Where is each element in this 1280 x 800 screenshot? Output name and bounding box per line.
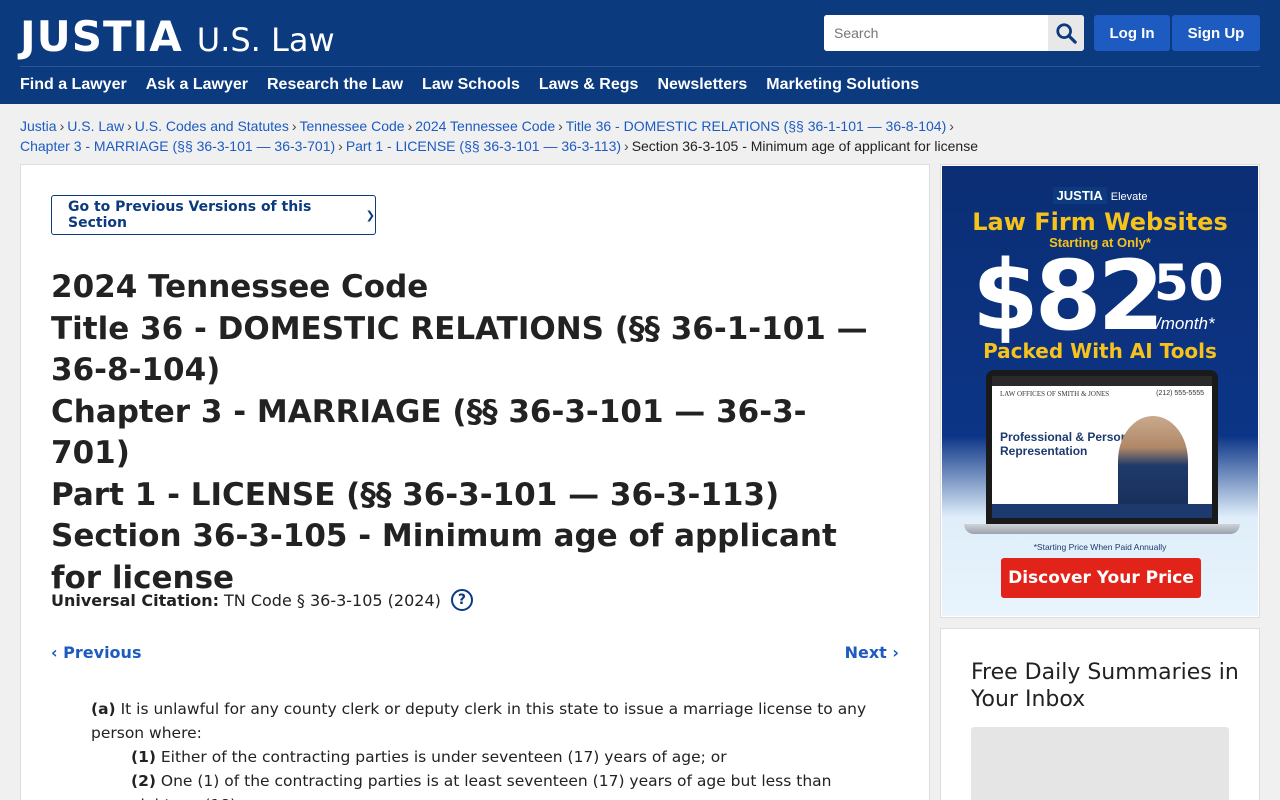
ad-brand-name: JUSTIA [1052, 187, 1107, 204]
breadcrumb-separator: › [291, 118, 297, 134]
heading-title: Title 36 - DOMESTIC RELATIONS (§§ 36-1-1… [51, 310, 868, 389]
main-content: Go to Previous Versions of this Section … [20, 164, 930, 800]
nav-ask-a-lawyer[interactable]: Ask a Lawyer [146, 76, 248, 94]
statute-paragraph-2: (2) One (1) of the contracting parties i… [91, 769, 891, 800]
logo-sub-text: U.S. Law [196, 21, 335, 59]
breadcrumb-link[interactable]: Tennessee Code [300, 118, 405, 134]
ad-per-month: /month* [1156, 314, 1215, 333]
nav-newsletters[interactable]: Newsletters [657, 76, 747, 94]
breadcrumb-separator: › [624, 138, 629, 154]
breadcrumb-link[interactable]: Justia [20, 118, 57, 134]
breadcrumb: Justia › U.S. Law › U.S. Codes and Statutes ›… [20, 116, 1260, 156]
paragraph-label: (1) [131, 748, 156, 766]
ad-title: Law Firm Websites [972, 208, 1228, 236]
statute-text: (a) It is unlawful for any county clerk … [91, 697, 891, 800]
help-icon[interactable]: ? [450, 589, 473, 611]
heading-part: Part 1 - LICENSE (§§ 36-3-101 — 36-3-113… [51, 476, 780, 513]
chevron-left-icon: ‹ [51, 643, 64, 662]
site-header: JUSTIA U.S. Law Log In Sign Up Find a La… [0, 0, 1280, 104]
heading-section: Section 36-3-105 - Minimum age of applic… [51, 518, 837, 596]
newsletter-form-placeholder [971, 727, 1229, 800]
ad-footnote: *Starting Price When Paid Annually [1033, 542, 1167, 552]
laptop-base [964, 524, 1240, 534]
breadcrumb-link[interactable]: U.S. Codes and Statutes [135, 118, 289, 134]
next-section-link[interactable]: Next › [845, 643, 899, 662]
paragraph-text: One (1) of the contracting parties is at… [131, 772, 832, 800]
nav-law-schools[interactable]: Law Schools [422, 76, 520, 94]
previous-versions-button[interactable]: Go to Previous Versions of this Section … [51, 195, 376, 235]
next-label: Next [844, 643, 887, 662]
logo-main-text: JUSTIA [20, 12, 183, 61]
breadcrumb-link[interactable]: U.S. Law [67, 118, 124, 134]
ad-price: $82 50 [972, 240, 1224, 352]
breadcrumb-link[interactable]: Chapter 3 - MARRIAGE (§§ 36-3-101 — 36-3… [20, 138, 335, 154]
screen-nav [992, 376, 1212, 386]
universal-citation: Universal Citation: TN Code § 36-3-105 (… [51, 589, 473, 611]
paragraph-text: It is unlawful for any county clerk or d… [91, 700, 867, 742]
ad-brand: JUSTIA Elevate [942, 187, 1258, 204]
ad-banner: JUSTIA Elevate Law Firm Websites Starting… [942, 166, 1258, 616]
chevron-right-icon: › [886, 643, 899, 662]
page-title: 2024 Tennessee Code Title 36 - DOMESTIC … [51, 267, 871, 599]
heading-code: 2024 Tennessee Code [51, 269, 429, 305]
newsletter-signup: Free Daily Summaries in Your Inbox [940, 628, 1260, 800]
search-input[interactable] [824, 15, 1048, 51]
screen-footer-strip [992, 504, 1212, 518]
justia-logo[interactable]: JUSTIA U.S. Law [20, 12, 335, 61]
nav-marketing-solutions[interactable]: Marketing Solutions [766, 76, 919, 94]
previous-section-link[interactable]: ‹ Previous [51, 643, 141, 662]
lawyer-portrait [1118, 416, 1188, 506]
main-nav: Find a Lawyer Ask a Lawyer Research the … [20, 76, 919, 94]
previous-versions-label: Go to Previous Versions of this Section [68, 199, 312, 231]
search-icon [1056, 23, 1077, 44]
laptop-image: LAW OFFICES OF SMITH & JONES (212) 555-5… [986, 370, 1218, 524]
advertisement[interactable]: JUSTIA Elevate Law Firm Websites Starting… [940, 164, 1260, 618]
breadcrumb-separator: › [949, 118, 954, 134]
signup-button[interactable]: Sign Up [1172, 15, 1260, 51]
heading-chapter: Chapter 3 - MARRIAGE (§§ 36-3-101 — 36-3… [51, 393, 807, 472]
screen-phone: (212) 555-5555 [1156, 390, 1204, 397]
breadcrumb-link[interactable]: 2024 Tennessee Code [415, 118, 555, 134]
nav-divider [20, 66, 1260, 67]
nav-laws-and-regs[interactable]: Laws & Regs [539, 76, 639, 94]
screen-firm-name: LAW OFFICES OF SMITH & JONES [1000, 390, 1110, 398]
statute-paragraph-a: (a) It is unlawful for any county clerk … [91, 697, 891, 745]
search-button[interactable] [1048, 15, 1084, 51]
breadcrumb-separator: › [127, 118, 132, 134]
breadcrumb-separator: › [59, 118, 65, 134]
nav-find-a-lawyer[interactable]: Find a Lawyer [20, 76, 127, 94]
breadcrumb-link[interactable]: Title 36 - DOMESTIC RELATIONS (§§ 36-1-1… [566, 118, 946, 134]
newsletter-title: Free Daily Summaries in Your Inbox [971, 660, 1239, 712]
breadcrumb-separator: › [338, 138, 343, 154]
ad-packed-text: Packed With AI Tools [983, 339, 1217, 363]
ad-price-cents: 50 [1154, 254, 1224, 312]
citation-value: TN Code § 36-3-105 (2024) [224, 590, 441, 610]
statute-paragraph-1: (1) Either of the contracting parties is… [91, 745, 891, 769]
paragraph-text: Either of the contracting parties is und… [160, 748, 727, 766]
login-button[interactable]: Log In [1094, 15, 1170, 51]
chevron-down-icon: ❯ [365, 208, 375, 222]
nav-research-the-law[interactable]: Research the Law [267, 76, 403, 94]
breadcrumb-current: Section 36-3-105 - Minimum age of applic… [631, 138, 978, 154]
discover-price-button[interactable]: Discover Your Price [1001, 558, 1201, 598]
laptop-screen: LAW OFFICES OF SMITH & JONES (212) 555-5… [992, 376, 1212, 518]
ad-brand-sub: Elevate [1110, 191, 1148, 203]
paragraph-label: (2) [131, 772, 156, 790]
previous-label: Previous [63, 643, 142, 662]
breadcrumb-separator: › [558, 118, 563, 134]
search-box [824, 15, 1084, 51]
citation-label: Universal Citation: [51, 590, 219, 610]
breadcrumb-link[interactable]: Part 1 - LICENSE (§§ 36-3-101 — 36-3-113… [346, 138, 621, 154]
breadcrumb-separator: › [407, 118, 413, 134]
ad-price-dollars: $82 [972, 240, 1164, 352]
paragraph-label: (a) [91, 700, 116, 718]
